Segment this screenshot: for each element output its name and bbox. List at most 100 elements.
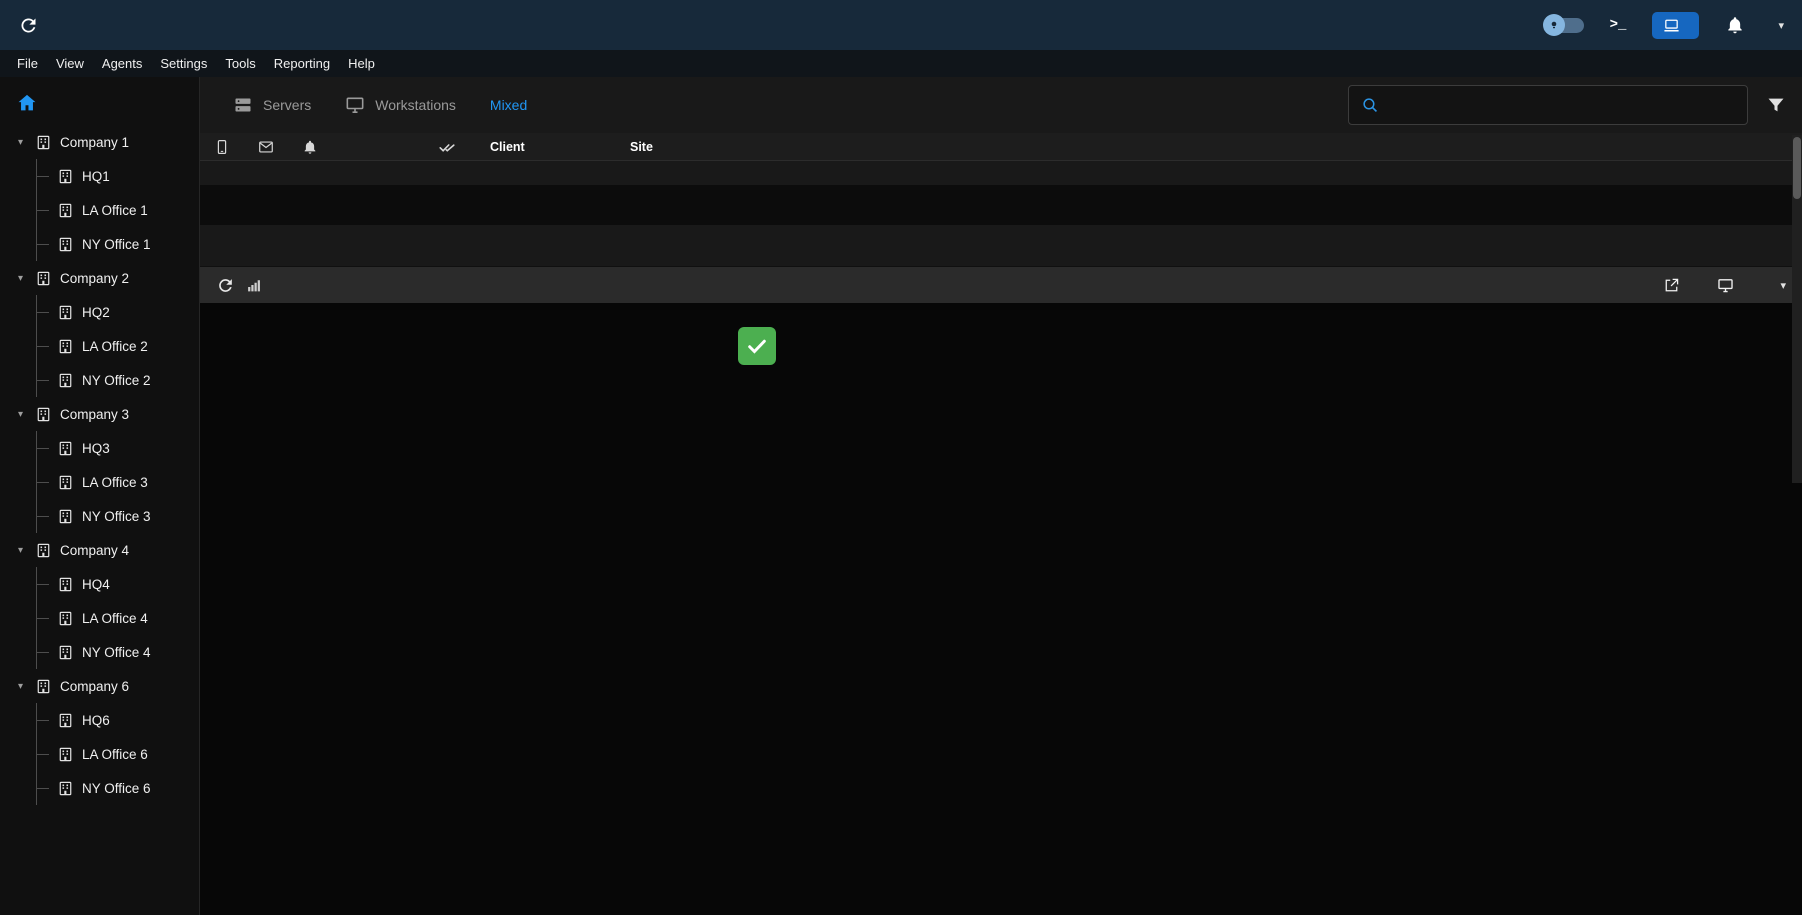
sidebar-site-item[interactable]: HQ3 — [37, 431, 199, 465]
site-icon — [57, 644, 74, 661]
text: NY Office 4 — [82, 645, 151, 660]
site-icon — [57, 780, 74, 797]
sidebar-company-item[interactable]: Company 1 — [10, 125, 199, 159]
main-content: Servers Workstations Mixed ClientSite — [200, 77, 1802, 915]
sidebar-site-item[interactable]: HQ2 — [37, 295, 199, 329]
sidebar-company-item[interactable]: Company 6 — [10, 669, 199, 703]
text: HQ3 — [82, 441, 110, 456]
sidebar-site-item[interactable]: LA Office 3 — [37, 465, 199, 499]
menu-settings[interactable]: Settings — [151, 50, 216, 77]
sidebar-company-item[interactable]: Company 4 — [10, 533, 199, 567]
company-icon — [35, 270, 52, 287]
sms-alert-column[interactable] — [200, 139, 244, 155]
popout-button[interactable] — [1663, 277, 1689, 294]
search-box — [1348, 85, 1748, 125]
notifications-button[interactable] — [1725, 15, 1745, 35]
col-site[interactable]: Site — [622, 140, 757, 154]
detail-tabs — [200, 225, 1802, 267]
sidebar-site-item[interactable]: LA Office 1 — [37, 193, 199, 227]
checks-column[interactable] — [412, 139, 482, 155]
sidebar-company-item[interactable]: Company 3 — [10, 397, 199, 431]
mail-icon — [258, 139, 274, 155]
summary-panel — [200, 303, 1802, 915]
chevron-down-icon — [14, 137, 27, 148]
menu-reporting[interactable]: Reporting — [265, 50, 339, 77]
text: Company 6 — [60, 679, 129, 694]
text: Company 3 — [60, 407, 129, 422]
toggle-knob — [1543, 14, 1565, 36]
sidebar-site-item[interactable]: LA Office 4 — [37, 601, 199, 635]
col-client[interactable]: Client — [482, 140, 622, 154]
sidebar-site-item[interactable]: NY Office 2 — [37, 363, 199, 397]
menu-help[interactable]: Help — [339, 50, 384, 77]
refresh-button[interactable] — [18, 15, 39, 36]
text: LA Office 4 — [82, 611, 148, 626]
server-icon — [233, 95, 253, 115]
sidebar-site-item[interactable]: NY Office 6 — [37, 771, 199, 805]
agent-refresh-button[interactable] — [216, 276, 235, 295]
sidebar-site-item[interactable]: LA Office 2 — [37, 329, 199, 363]
tab-workstations[interactable]: Workstations — [328, 77, 473, 133]
user-menu[interactable] — [1771, 19, 1784, 32]
menu-file[interactable]: File — [8, 50, 47, 77]
actions-dropdown[interactable] — [1771, 279, 1786, 292]
checks-status-section — [738, 313, 1134, 365]
bulb-icon — [1548, 19, 1560, 31]
chevron-down-icon — [14, 681, 27, 692]
sidebar-all-clients[interactable] — [0, 81, 199, 125]
hardware-details-section — [210, 313, 738, 365]
take-control-button[interactable] — [1717, 277, 1743, 294]
app-root: FileViewAgentsSettingsToolsReportingHelp… — [0, 0, 1802, 915]
agent-count-badge[interactable] — [1652, 12, 1699, 39]
agent-tabs-row: Servers Workstations Mixed — [200, 77, 1802, 133]
client-tree: Company 1HQ1LA Office 1NY Office 1 Compan… — [0, 125, 199, 805]
site-icon — [57, 338, 74, 355]
search-icon — [1361, 96, 1379, 114]
menu-view[interactable]: View — [47, 50, 93, 77]
text: Workstations — [375, 97, 456, 113]
top-bar — [0, 0, 1802, 50]
sidebar-site-item[interactable]: HQ4 — [37, 567, 199, 601]
tab-mixed[interactable]: Mixed — [473, 77, 544, 133]
menu-agents[interactable]: Agents — [93, 50, 151, 77]
menu-bar: FileViewAgentsSettingsToolsReportingHelp — [0, 50, 1802, 77]
filter-button[interactable] — [1766, 95, 1786, 115]
clients-sidebar: Company 1HQ1LA Office 1NY Office 1 Compan… — [0, 77, 200, 915]
agent-signal-icon — [247, 278, 262, 293]
site-icon — [57, 508, 74, 525]
text: LA Office 3 — [82, 475, 148, 490]
laptop-icon — [1663, 17, 1680, 34]
tab-servers[interactable]: Servers — [216, 77, 328, 133]
site-icon — [57, 474, 74, 491]
site-icon — [57, 304, 74, 321]
sidebar-site-item[interactable]: NY Office 4 — [37, 635, 199, 669]
scrollbar-thumb[interactable] — [1793, 137, 1801, 199]
sidebar-site-item[interactable]: HQ6 — [37, 703, 199, 737]
sidebar-site-item[interactable]: HQ1 — [37, 159, 199, 193]
sidebar-site-item[interactable]: LA Office 6 — [37, 737, 199, 771]
table-scrollbar[interactable] — [1792, 135, 1802, 483]
site-icon — [57, 202, 74, 219]
dashboard-alert-column[interactable] — [288, 139, 332, 155]
mobile-icon — [214, 139, 230, 155]
text: LA Office 2 — [82, 339, 148, 354]
sidebar-site-item[interactable]: NY Office 1 — [37, 227, 199, 261]
company-icon — [35, 542, 52, 559]
text: Company 2 — [60, 271, 129, 286]
chevron-down-icon — [14, 545, 27, 556]
panel-divider — [200, 185, 1802, 225]
site-icon — [57, 440, 74, 457]
email-alert-column[interactable] — [244, 139, 288, 155]
terminal-button[interactable] — [1610, 17, 1627, 33]
site-icon — [57, 168, 74, 185]
sidebar-company-item[interactable]: Company 2 — [10, 261, 199, 295]
company-icon — [35, 134, 52, 151]
search-input[interactable] — [1389, 97, 1735, 113]
sidebar-site-item[interactable]: NY Office 3 — [37, 499, 199, 533]
menu-tools[interactable]: Tools — [216, 50, 264, 77]
company-icon — [35, 678, 52, 695]
company-icon — [35, 406, 52, 423]
text: NY Office 2 — [82, 373, 151, 388]
text: Mixed — [490, 97, 527, 113]
dark-mode-toggle[interactable] — [1546, 18, 1584, 33]
